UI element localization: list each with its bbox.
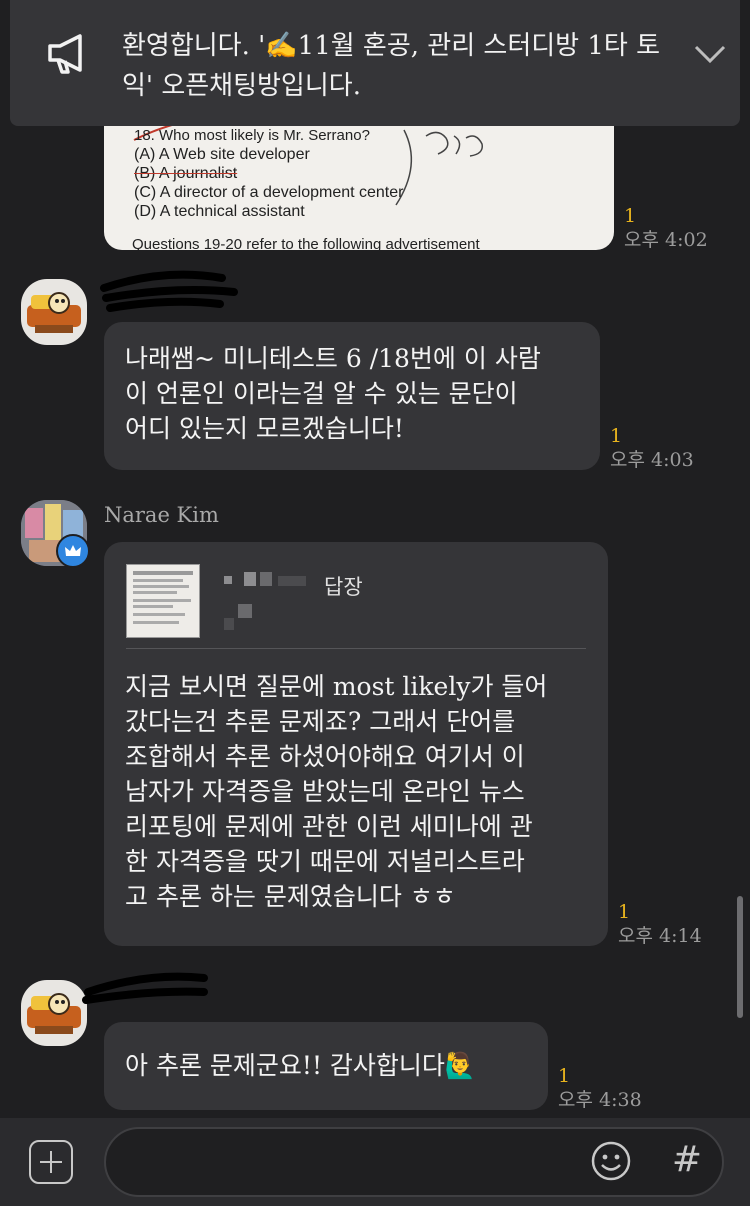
megaphone-icon: [48, 34, 82, 74]
blurred-name: [278, 576, 306, 586]
timestamp: 오후 4:14: [618, 925, 702, 947]
question-stem: 18. Who most likely is Mr. Serrano?: [134, 127, 370, 144]
reply-divider: [126, 648, 586, 649]
reply-label: 답장: [324, 575, 363, 599]
question-footer: Questions 19-20 refer to the following a…: [132, 236, 480, 250]
redacted-name-scribble: [82, 972, 208, 1004]
message-line: 고 추론 하는 문제였습니다 ㅎㅎ: [125, 882, 456, 911]
message-line: 이 언론인 이라는걸 알 수 있는 문단이: [125, 379, 518, 408]
blurred-name: [224, 576, 232, 584]
message-line: 아 추론 문제군요!! 감사합니다🙋‍♂️: [125, 1051, 477, 1080]
chevron-down-icon[interactable]: [692, 36, 728, 72]
message-meta: 1 오후 4:38: [558, 1064, 642, 1112]
timestamp: 오후 4:38: [558, 1089, 642, 1111]
unread-count: 1: [624, 205, 637, 227]
message-input[interactable]: [130, 1143, 594, 1183]
option-d: (D) A technical assistant: [134, 203, 305, 220]
reply-thumbnail[interactable]: [126, 564, 200, 638]
message-line: 남자가 자격증을 받았는데 온라인 뉴스: [125, 777, 525, 806]
message-line: 조합해서 추론 하셨어야해요 여기서 이: [125, 742, 525, 771]
message-line: 갔다는건 추론 문제죠? 그래서 단어를: [125, 707, 516, 736]
reply-bubble[interactable]: 답장 지금 보시면 질문에 most likely가 들어 갔다는건 추론 문제…: [104, 542, 608, 946]
timestamp: 오후 4:03: [610, 449, 694, 471]
option-c: (C) A director of a development center: [134, 184, 404, 201]
message-meta: 1 오후 4:02: [624, 204, 708, 252]
blurred-name: [244, 572, 256, 586]
message-bubble[interactable]: 나래쌤~ 미니테스트 6 /18번에 이 사람 이 언론인 이라는걸 알 수 있…: [104, 322, 600, 470]
message-line: 한 자격증을 땃기 때문에 저널리스트라: [125, 847, 525, 876]
avatar[interactable]: [21, 279, 87, 345]
message-bubble[interactable]: 아 추론 문제군요!! 감사합니다🙋‍♂️: [104, 1022, 548, 1110]
message-line: 지금 보시면 질문에 most likely가 들어: [125, 672, 548, 701]
scrollbar[interactable]: [737, 896, 743, 1018]
blurred-text: [238, 604, 252, 618]
crown-badge-icon: [56, 534, 90, 568]
hashtag-button[interactable]: #: [668, 1138, 706, 1182]
message-line: 리포팅에 문제에 관한 이런 세미나에 관: [125, 812, 533, 841]
redacted-name-scribble: [100, 270, 238, 312]
message-meta: 1 오후 4:03: [610, 424, 694, 472]
message-meta: 1 오후 4:14: [618, 900, 702, 948]
notice-text: 환영합니다. '✍11월 혼공, 관리 스터디방 1타 토익' 오픈채팅방입니다…: [122, 31, 660, 101]
unread-count: 1: [558, 1065, 571, 1087]
message-line: 나래쌤~ 미니테스트 6 /18번에 이 사람: [125, 344, 541, 373]
blurred-text: [224, 618, 234, 630]
question-text: 18. Who most likely is Mr. Serrano? (A) …: [134, 126, 403, 221]
plus-icon[interactable]: [29, 1140, 73, 1184]
unread-count: 1: [618, 901, 631, 923]
sender-name: Narae Kim: [104, 503, 219, 527]
message-line: 어디 있는지 모르겠습니다!: [125, 414, 404, 443]
emoji-icon[interactable]: [590, 1140, 632, 1182]
avatar[interactable]: [21, 980, 87, 1046]
option-a: (A) A Web site developer: [134, 146, 310, 163]
option-b: (B) A journalist: [134, 165, 238, 182]
timestamp: 오후 4:02: [624, 229, 708, 251]
pinned-notice[interactable]: 환영합니다. '✍11월 혼공, 관리 스터디방 1타 토익' 오픈채팅방입니다…: [10, 0, 740, 126]
unread-count: 1: [610, 425, 623, 447]
blurred-name: [260, 572, 272, 586]
